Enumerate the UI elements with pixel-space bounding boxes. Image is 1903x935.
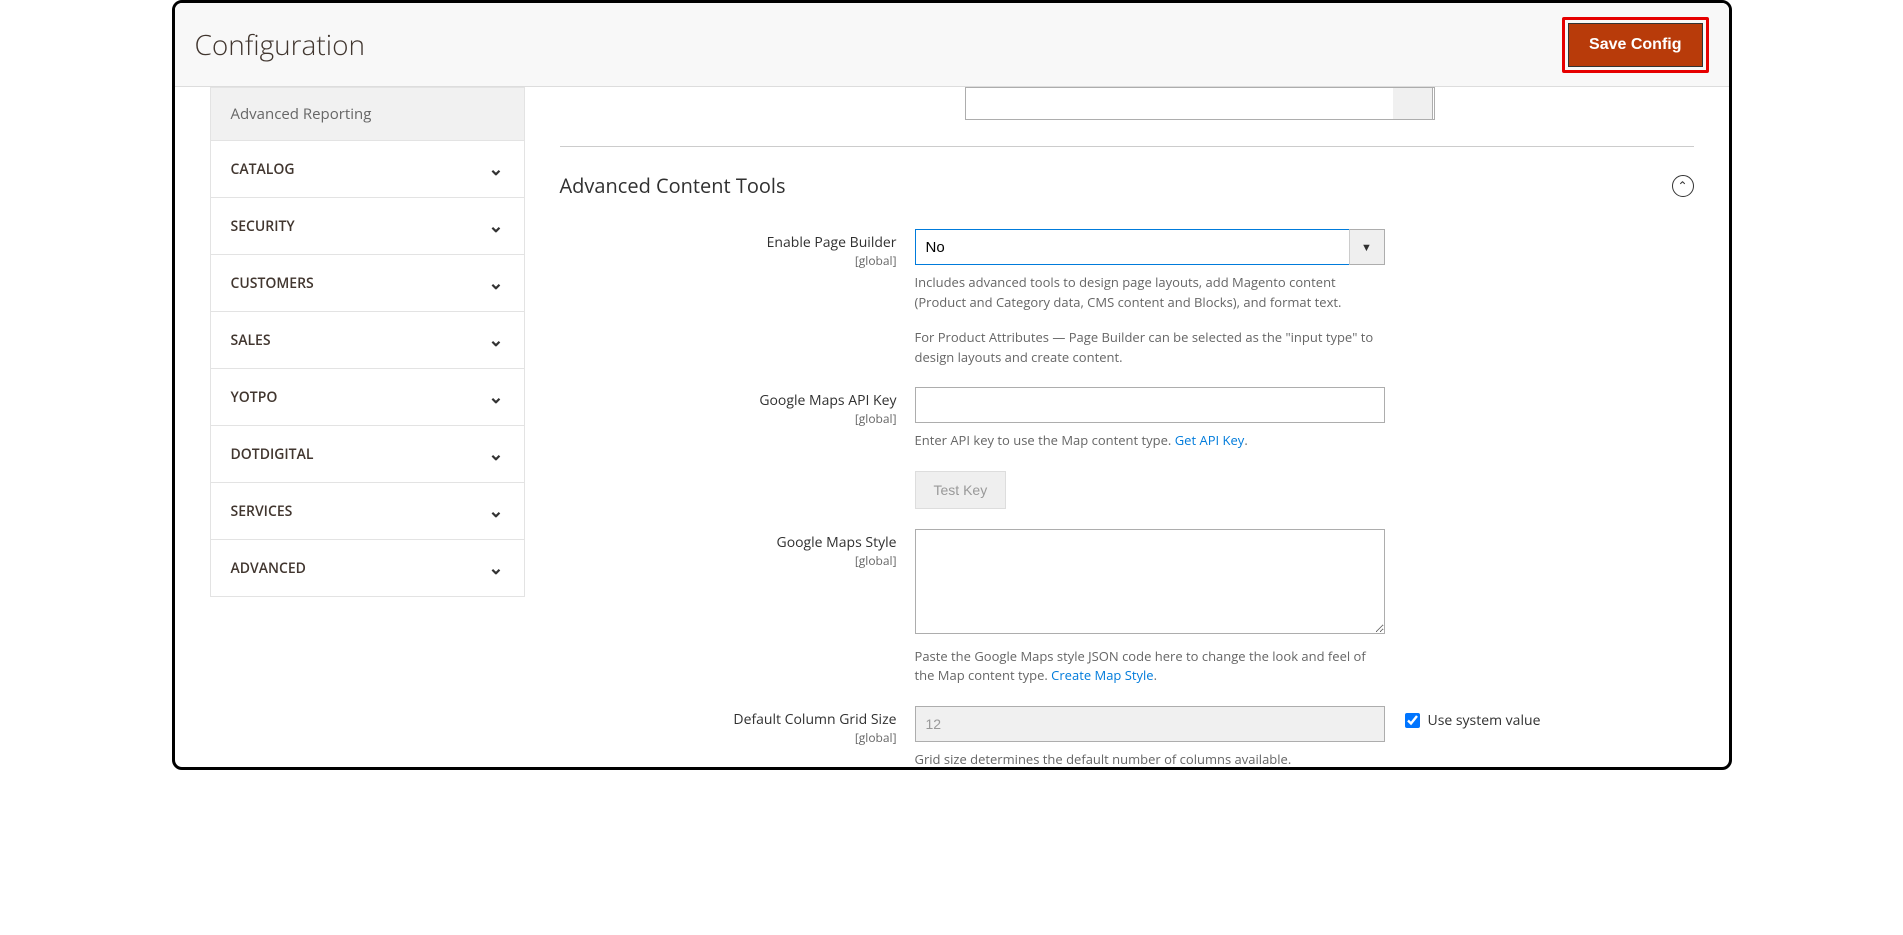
use-system-value-label[interactable]: Use system value: [1405, 711, 1541, 730]
scope-label: [global]: [560, 252, 897, 269]
chevron-down-icon: ⌄: [488, 271, 503, 295]
enable-page-builder-select[interactable]: No: [915, 229, 1385, 265]
default-column-grid-size-input: [915, 706, 1385, 742]
scope-label: [global]: [560, 552, 897, 569]
sidebar-item-customers[interactable]: CUSTOMERS ⌄: [210, 255, 525, 312]
sidebar-item-label: SECURITY: [231, 217, 295, 236]
google-maps-api-key-label: Google Maps API Key: [759, 391, 896, 410]
google-maps-style-textarea[interactable]: [915, 529, 1385, 634]
chevron-down-icon: ⌄: [488, 328, 503, 352]
help-text: Includes advanced tools to design page l…: [915, 273, 1385, 312]
use-system-value-checkbox[interactable]: [1405, 713, 1420, 728]
section-title[interactable]: Advanced Content Tools: [560, 172, 786, 199]
sidebar-item-services[interactable]: SERVICES ⌄: [210, 483, 525, 540]
google-maps-style-label: Google Maps Style: [777, 533, 897, 552]
help-text: Enter API key to use the Map content typ…: [915, 431, 1385, 451]
save-config-button[interactable]: Save Config: [1568, 23, 1702, 67]
default-column-grid-size-label: Default Column Grid Size: [733, 710, 896, 729]
sidebar-item-label: CUSTOMERS: [231, 274, 314, 293]
sidebar-item-dotdigital[interactable]: DOTDIGITAL ⌄: [210, 426, 525, 483]
sidebar-item-label: ADVANCED: [231, 559, 306, 578]
create-map-style-link[interactable]: Create Map Style: [1051, 666, 1153, 684]
page-title: Configuration: [195, 26, 366, 64]
chevron-down-icon: ⌄: [488, 385, 503, 409]
help-text: For Product Attributes — Page Builder ca…: [915, 328, 1385, 367]
checkbox-label: Use system value: [1428, 711, 1541, 730]
sidebar-item-sales[interactable]: SALES ⌄: [210, 312, 525, 369]
help-text: Paste the Google Maps style JSON code he…: [915, 647, 1385, 686]
sidebar-item-label: SERVICES: [231, 502, 293, 521]
collapse-icon[interactable]: ⌃: [1672, 175, 1694, 197]
get-api-key-link[interactable]: Get API Key: [1175, 431, 1245, 449]
sidebar-item-catalog[interactable]: CATALOG ⌄: [210, 141, 525, 198]
divider: [560, 146, 1694, 147]
partial-field[interactable]: [965, 87, 1435, 120]
sidebar-item-yotpo[interactable]: YOTPO ⌄: [210, 369, 525, 426]
sidebar-item-advanced-reporting[interactable]: Advanced Reporting: [210, 87, 525, 141]
chevron-down-icon: ⌄: [488, 214, 503, 238]
sidebar-item-advanced[interactable]: ADVANCED ⌄: [210, 540, 525, 597]
sidebar-item-label: CATALOG: [231, 160, 295, 179]
google-maps-api-key-input[interactable]: [915, 387, 1385, 423]
test-key-button[interactable]: Test Key: [915, 471, 1007, 509]
sidebar-item-label: DOTDIGITAL: [231, 445, 314, 464]
partial-button[interactable]: [1393, 87, 1433, 120]
sidebar-item-security[interactable]: SECURITY ⌄: [210, 198, 525, 255]
help-text: Grid size determines the default number …: [915, 750, 1385, 768]
chevron-down-icon: ⌄: [488, 442, 503, 466]
sidebar-item-label: SALES: [231, 331, 271, 350]
chevron-down-icon: ⌄: [488, 499, 503, 523]
save-highlight: Save Config: [1562, 17, 1708, 73]
scope-label: [global]: [560, 410, 897, 427]
scope-label: [global]: [560, 729, 897, 746]
sidebar: Advanced Reporting CATALOG ⌄ SECURITY ⌄ …: [175, 87, 525, 767]
enable-page-builder-label: Enable Page Builder: [767, 233, 897, 252]
chevron-down-icon: ⌄: [488, 556, 503, 580]
chevron-down-icon: ⌄: [488, 157, 503, 181]
sidebar-item-label: YOTPO: [231, 388, 278, 407]
